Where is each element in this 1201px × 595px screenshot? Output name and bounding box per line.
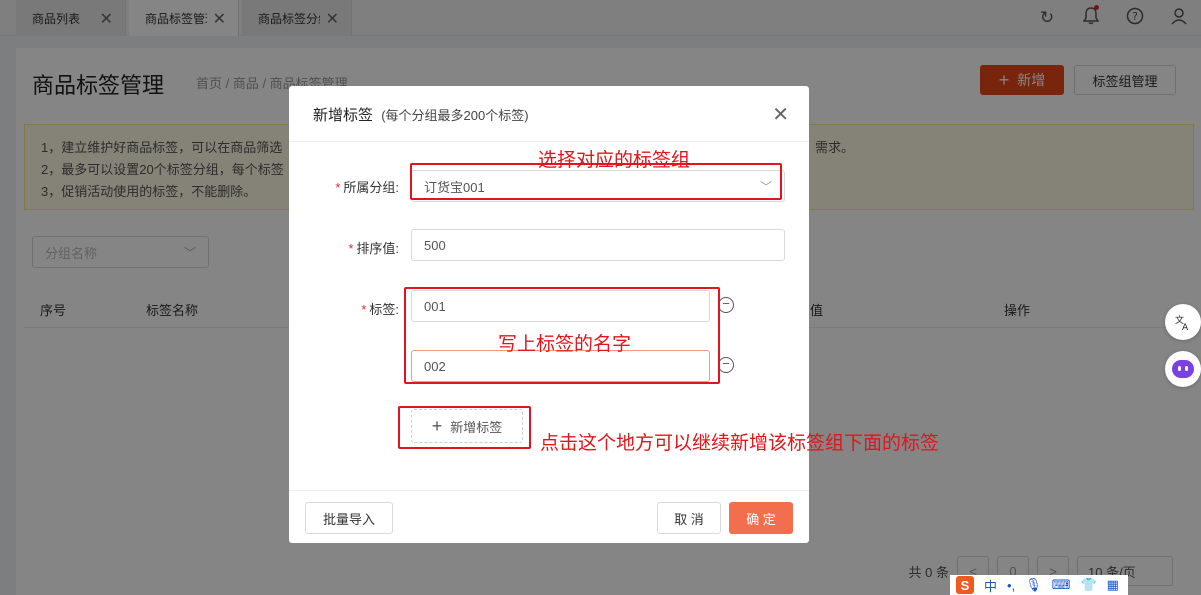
annotation-box-add [398,406,531,449]
sort-label: * 排序值: [289,238,399,257]
ime-toolbar: S 中 •, 🎙 ⌨ 👕 ▦ [950,575,1128,595]
dialog-footer: 批量导入 取 消 确 定 [289,490,809,543]
sort-input[interactable]: 500 [411,229,785,261]
svg-text:A: A [1182,323,1189,331]
annotation-click-add: 点击这个地方可以继续新增该标签组下面的标签 [540,433,940,454]
group-label: * 所属分组: [289,177,399,196]
sogou-logo-icon[interactable]: S [956,576,974,594]
required-mark: * [348,241,354,256]
skin-icon[interactable]: 👕 [1080,577,1096,593]
tag-label-text: 标签: [369,302,399,317]
translate-icon[interactable]: 文A [1165,304,1201,340]
annotation-write-name: 写上标签的名字 [498,334,632,355]
cancel-button[interactable]: 取 消 [657,502,721,534]
confirm-button[interactable]: 确 定 [729,502,793,534]
remove-tag-icon[interactable]: − [718,357,734,373]
annotation-select-group: 选择对应的标签组 [538,150,691,171]
assistant-robot-icon[interactable] [1165,351,1201,387]
tag-label: * 标签: [289,299,399,318]
sort-label-text: 排序值: [356,241,399,256]
remove-tag-icon[interactable]: − [718,297,734,313]
required-mark: * [361,302,367,317]
sort-input-value: 500 [424,237,446,253]
dialog-header: 新增标签 (每个分组最多200个标签) [289,86,809,142]
robot-face [1172,360,1194,378]
ime-mode[interactable]: 中 [984,576,997,595]
microphone-icon[interactable]: 🎙 [1025,577,1042,593]
required-mark: * [335,180,341,195]
dialog-subtitle: (每个分组最多200个标签) [381,108,529,123]
group-label-text: 所属分组: [343,180,399,195]
batch-import-button[interactable]: 批量导入 [305,502,393,534]
dialog-title: 新增标签 [313,107,374,124]
apps-grid-icon[interactable]: ▦ [1107,577,1119,593]
close-icon[interactable]: ✕ [772,102,789,127]
keyboard-icon[interactable]: ⌨ [1052,577,1071,593]
punctuation-icon[interactable]: •, [1007,578,1015,593]
